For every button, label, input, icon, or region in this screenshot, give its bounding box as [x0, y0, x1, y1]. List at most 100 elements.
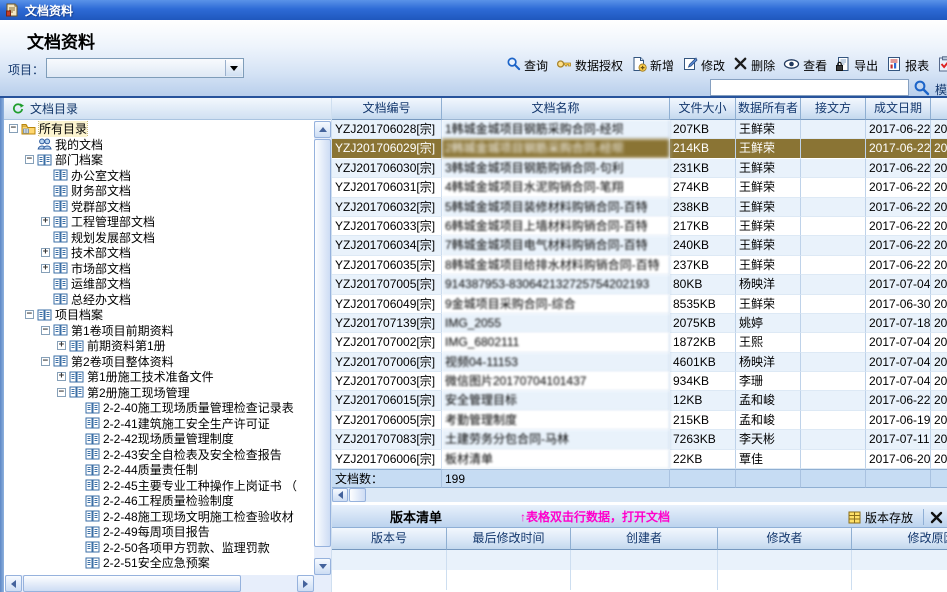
- grid-column-header[interactable]: 文档编号: [332, 98, 442, 120]
- version-column-header[interactable]: 版本号: [332, 528, 447, 550]
- grid-column-header[interactable]: 接文方: [801, 98, 866, 120]
- document-cell: [801, 333, 866, 352]
- document-row[interactable]: YZJ201706029[宗]2韩城金城项目钢筋采购合同-经坝214KB王鲜荣2…: [332, 139, 947, 158]
- tree-item[interactable]: 总经办文档: [5, 292, 314, 308]
- scroll-up-button[interactable]: [314, 121, 331, 138]
- tree-item[interactable]: 我的文档: [5, 137, 314, 153]
- tree-expand-toggle[interactable]: +: [41, 264, 50, 273]
- toolbar-button-删除[interactable]: 删除: [729, 54, 779, 76]
- tree-item[interactable]: +第1册施工技术准备文件: [5, 369, 314, 385]
- tree-expand-toggle[interactable]: −: [9, 124, 18, 133]
- scroll-right-button[interactable]: [297, 575, 314, 592]
- tree-expand-toggle[interactable]: +: [41, 248, 50, 257]
- document-row[interactable]: YZJ201706031[宗]4韩城金城项目水泥购销合同-笔翔274KB王鲜荣2…: [332, 178, 947, 197]
- toolbar-button-clipboard[interactable]: [933, 54, 947, 76]
- tree-item[interactable]: 2-2-48施工现场文明施工检查验收材: [5, 509, 314, 525]
- tree-expand-toggle[interactable]: −: [57, 388, 66, 397]
- toolbar-button-报表[interactable]: 报表: [882, 54, 933, 76]
- version-store-button[interactable]: 版本存放: [844, 508, 917, 527]
- document-row[interactable]: YZJ201707005[宗]914387953-830642132725754…: [332, 275, 947, 294]
- tree-expand-toggle[interactable]: −: [41, 357, 50, 366]
- version-column-header[interactable]: 修改者: [718, 528, 852, 550]
- tree-item[interactable]: 党群部文档: [5, 199, 314, 215]
- tree-expand-toggle[interactable]: +: [57, 372, 66, 381]
- toolbar-button-数据授权[interactable]: 数据授权: [552, 54, 627, 76]
- document-row[interactable]: YZJ201706015[宗]安全管理目标12KB孟和峻2017-06-2220: [332, 391, 947, 410]
- tree-item[interactable]: 2-2-41建筑施工安全生产许可证: [5, 416, 314, 432]
- toolbar-button-查询[interactable]: 查询: [502, 54, 552, 76]
- version-row[interactable]: [332, 570, 947, 590]
- scroll-down-button[interactable]: [314, 558, 331, 575]
- document-row[interactable]: YZJ201706049[宗]9金城项目采购合同-综合8535KB王鲜荣2017…: [332, 295, 947, 314]
- document-row[interactable]: YZJ201707139[宗]IMG_20552075KB姚婷2017-07-1…: [332, 314, 947, 333]
- document-row[interactable]: YZJ201706033[宗]6韩城金城项目上墙材料购销合同-百特217KB王鲜…: [332, 217, 947, 236]
- tree-item[interactable]: 2-2-44质量责任制: [5, 462, 314, 478]
- tree-item[interactable]: −项目档案: [5, 307, 314, 323]
- tree-item[interactable]: +技术部文档: [5, 245, 314, 261]
- document-row[interactable]: YZJ201706030[宗]3韩城金城项目钢筋购销合同-句利231KB王鲜荣2…: [332, 159, 947, 178]
- tree-item[interactable]: 2-2-45主要专业工种操作上岗证书 （: [5, 478, 314, 494]
- search-icon[interactable]: [913, 79, 930, 99]
- version-column-header[interactable]: 创建者: [571, 528, 718, 550]
- search-input[interactable]: [710, 79, 909, 96]
- grid-column-header[interactable]: 成文日期: [866, 98, 931, 120]
- grid-column-header[interactable]: 收文日期: [931, 98, 947, 120]
- tree-item[interactable]: −部门档案: [5, 152, 314, 168]
- grid-column-header[interactable]: 数据所有者: [736, 98, 801, 120]
- document-row[interactable]: YZJ201706028[宗]1韩城金城项目钢筋采购合同-经坝207KB王鲜荣2…: [332, 120, 947, 139]
- document-row[interactable]: YZJ201707003[宗]微信图片20170704101437934KB李珊…: [332, 372, 947, 391]
- document-row[interactable]: YZJ201706034[宗]7韩城金城项目电气材料购销合同-百特240KB王鲜…: [332, 236, 947, 255]
- horizontal-scroll-thumb[interactable]: [349, 488, 366, 502]
- document-row[interactable]: YZJ201707006[宗]视频04-111534601KB杨映洋2017-0…: [332, 353, 947, 372]
- tree-item[interactable]: 2-2-50各项甲方罚款、监理罚款: [5, 540, 314, 556]
- toolbar-button-查看[interactable]: 查看: [779, 54, 831, 76]
- document-row[interactable]: YZJ201706035[宗]8韩城金城项目给排水材料购销合同-百特237KB王…: [332, 256, 947, 275]
- tree-item[interactable]: +工程管理部文档: [5, 214, 314, 230]
- tree-item[interactable]: +市场部文档: [5, 261, 314, 277]
- scroll-left-button[interactable]: [332, 488, 348, 502]
- tree-item[interactable]: 2-2-42现场质量管理制度: [5, 431, 314, 447]
- project-combobox[interactable]: [46, 58, 244, 78]
- close-icon[interactable]: [930, 511, 943, 524]
- document-row[interactable]: YZJ201706032[宗]5韩城金城项目装修材料购销合同-百特238KB王鲜…: [332, 198, 947, 217]
- tree-item[interactable]: 财务部文档: [5, 183, 314, 199]
- book-icon: [53, 293, 68, 305]
- document-row[interactable]: YZJ201707002[宗]IMG_68021111872KB王熙2017-0…: [332, 333, 947, 352]
- grid-column-header[interactable]: 文件大小: [670, 98, 736, 120]
- tree-item[interactable]: 2-2-46工程质量检验制度: [5, 493, 314, 509]
- tree-item[interactable]: 2-2-43安全自检表及安全检查报告: [5, 447, 314, 463]
- document-cell: 7韩城金城项目电气材料购销合同-百特: [442, 236, 670, 255]
- document-row[interactable]: YZJ201706005[宗]考勤管理制度215KB孟和峻2017-06-192…: [332, 411, 947, 430]
- tree-item[interactable]: 2-2-51安全应急预案: [5, 555, 314, 571]
- scroll-left-button[interactable]: [5, 575, 22, 592]
- toolbar-button-新增[interactable]: 新增: [627, 54, 678, 76]
- tree-expand-toggle[interactable]: +: [57, 341, 66, 350]
- toolbar-button-修改[interactable]: 修改: [678, 54, 729, 76]
- tree-item[interactable]: −第2卷项目整体资料: [5, 354, 314, 370]
- tree-item[interactable]: −所有目录: [5, 121, 314, 137]
- tree-item[interactable]: +前期资料第1册: [5, 338, 314, 354]
- horizontal-scroll-thumb[interactable]: [23, 575, 241, 592]
- tree-item[interactable]: 2-2-40施工现场质量管理检查记录表: [5, 400, 314, 416]
- tree-item[interactable]: 规划发展部文档: [5, 230, 314, 246]
- tree-item[interactable]: 办公室文档: [5, 168, 314, 184]
- document-cell: 2017-07-04: [866, 353, 931, 372]
- version-row[interactable]: [332, 550, 947, 570]
- tree-expand-toggle[interactable]: −: [41, 326, 50, 335]
- vertical-scroll-thumb[interactable]: [314, 139, 331, 547]
- tree-expand-toggle[interactable]: −: [25, 310, 34, 319]
- version-column-header[interactable]: 最后修改时间: [447, 528, 571, 550]
- tree-item[interactable]: −第1卷项目前期资料: [5, 323, 314, 339]
- version-column-header[interactable]: 修改原因: [852, 528, 947, 550]
- tree-expand-toggle[interactable]: −: [25, 155, 34, 164]
- document-row[interactable]: YZJ201707083[宗]土建劳务分包合同-马林7263KB李天彬2017-…: [332, 430, 947, 449]
- refresh-icon[interactable]: [12, 103, 24, 115]
- grid-column-header[interactable]: 文档名称: [442, 98, 670, 120]
- tree-item[interactable]: −第2册施工现场管理: [5, 385, 314, 401]
- combobox-dropdown-button[interactable]: [225, 60, 242, 76]
- tree-item[interactable]: 运维部文档: [5, 276, 314, 292]
- document-row[interactable]: YZJ201706006[宗]板材清单22KB覃佳2017-06-2020: [332, 450, 947, 469]
- toolbar-button-导出[interactable]: 导出: [831, 54, 882, 76]
- tree-item[interactable]: 2-2-49每周项目报告: [5, 524, 314, 540]
- tree-expand-toggle[interactable]: +: [41, 217, 50, 226]
